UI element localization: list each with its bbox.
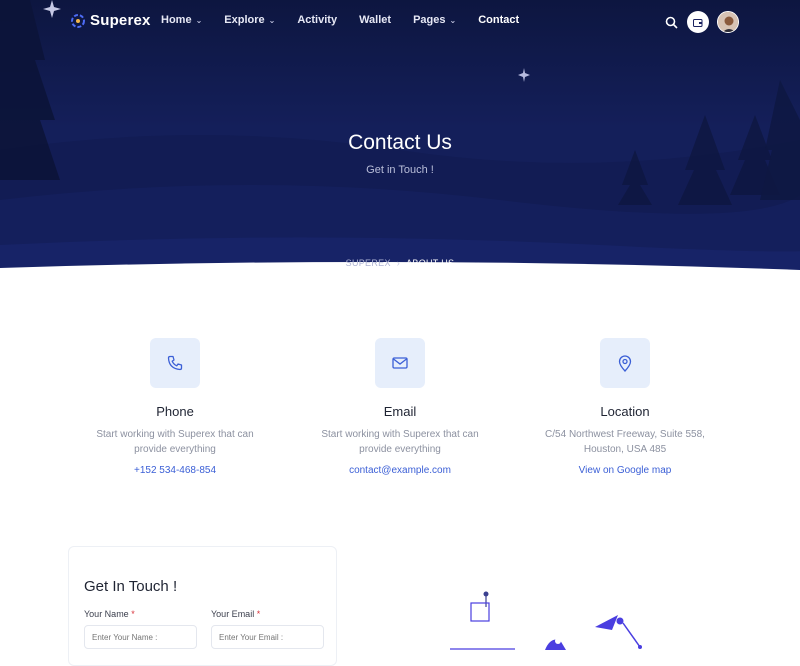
required-mark: * — [131, 609, 135, 619]
name-input[interactable] — [84, 625, 197, 649]
page-title: Contact Us — [348, 131, 452, 154]
top-nav: Superex Home ⌄ Explore ⌄ Activity Wallet… — [0, 0, 800, 44]
main-menu: Home ⌄ Explore ⌄ Activity Wallet Pages ⌄… — [161, 14, 541, 26]
card-title: Location — [600, 404, 650, 419]
menu-label: Wallet — [359, 14, 392, 26]
phone-icon — [167, 355, 183, 371]
email-label-text: Your Email — [211, 609, 255, 619]
name-label: Your Name * — [84, 609, 135, 619]
name-label-text: Your Name — [84, 609, 129, 619]
menu-label: Pages — [413, 14, 446, 26]
email-link[interactable]: contact@example.com — [300, 465, 500, 476]
logo-icon — [71, 13, 85, 28]
wallet-button[interactable] — [687, 11, 709, 33]
card-description: Start working with Superex that can prov… — [321, 429, 479, 455]
chevron-down-icon: ⌄ — [449, 15, 457, 25]
mail-icon — [392, 357, 408, 369]
map-pin-icon — [618, 354, 632, 372]
nav-actions — [663, 11, 739, 33]
contact-card-email: Email Start working with Superex that ca… — [300, 338, 500, 476]
contact-card-phone: Phone Start working with Superex that ca… — [75, 338, 275, 476]
form-title: Get In Touch ! — [84, 578, 178, 595]
phone-link[interactable]: +152 534-468-854 — [75, 465, 275, 476]
breadcrumb: SUPEREX › ABOUT US — [0, 258, 800, 268]
card-description: Start working with Superex that can prov… — [96, 429, 254, 455]
map-link[interactable]: View on Google map — [525, 465, 725, 476]
hero-section: Superex Home ⌄ Explore ⌄ Activity Wallet… — [0, 0, 800, 285]
brand-logo[interactable]: Superex — [70, 12, 151, 29]
menu-item-activity[interactable]: Activity — [297, 14, 337, 26]
menu-label: Contact — [478, 14, 520, 26]
icon-box — [375, 338, 425, 388]
menu-item-pages[interactable]: Pages ⌄ — [413, 14, 456, 26]
wallet-icon — [693, 18, 703, 27]
breadcrumb-separator: › — [396, 258, 401, 268]
contact-illustration — [450, 591, 642, 650]
menu-label: Explore — [224, 14, 265, 26]
menu-item-explore[interactable]: Explore ⌄ — [224, 14, 275, 26]
contact-form: Get In Touch ! Your Name * Your Email * — [68, 546, 337, 666]
contact-card-location: Location C/54 Northwest Freeway, Suite 5… — [525, 338, 725, 476]
menu-item-contact[interactable]: Contact — [478, 14, 519, 26]
card-description: C/54 Northwest Freeway, Suite 558, Houst… — [545, 429, 705, 455]
menu-item-home[interactable]: Home ⌄ — [161, 14, 202, 26]
breadcrumb-current: ABOUT US — [406, 258, 455, 268]
card-title: Phone — [156, 404, 194, 419]
brand-name: Superex — [90, 12, 151, 29]
email-label: Your Email * — [211, 609, 260, 619]
breadcrumb-root[interactable]: SUPEREX — [346, 258, 391, 268]
menu-label: Home — [161, 14, 192, 26]
avatar[interactable] — [717, 11, 739, 33]
menu-label: Activity — [297, 14, 338, 26]
search-icon[interactable] — [663, 14, 679, 30]
chevron-down-icon: ⌄ — [195, 15, 203, 25]
menu-item-wallet[interactable]: Wallet — [359, 14, 391, 26]
chevron-down-icon: ⌄ — [268, 15, 276, 25]
icon-box — [600, 338, 650, 388]
page-subtitle: Get in Touch ! — [366, 164, 434, 176]
icon-box — [150, 338, 200, 388]
email-input[interactable] — [211, 625, 324, 649]
card-title: Email — [383, 404, 417, 419]
required-mark: * — [256, 609, 261, 619]
